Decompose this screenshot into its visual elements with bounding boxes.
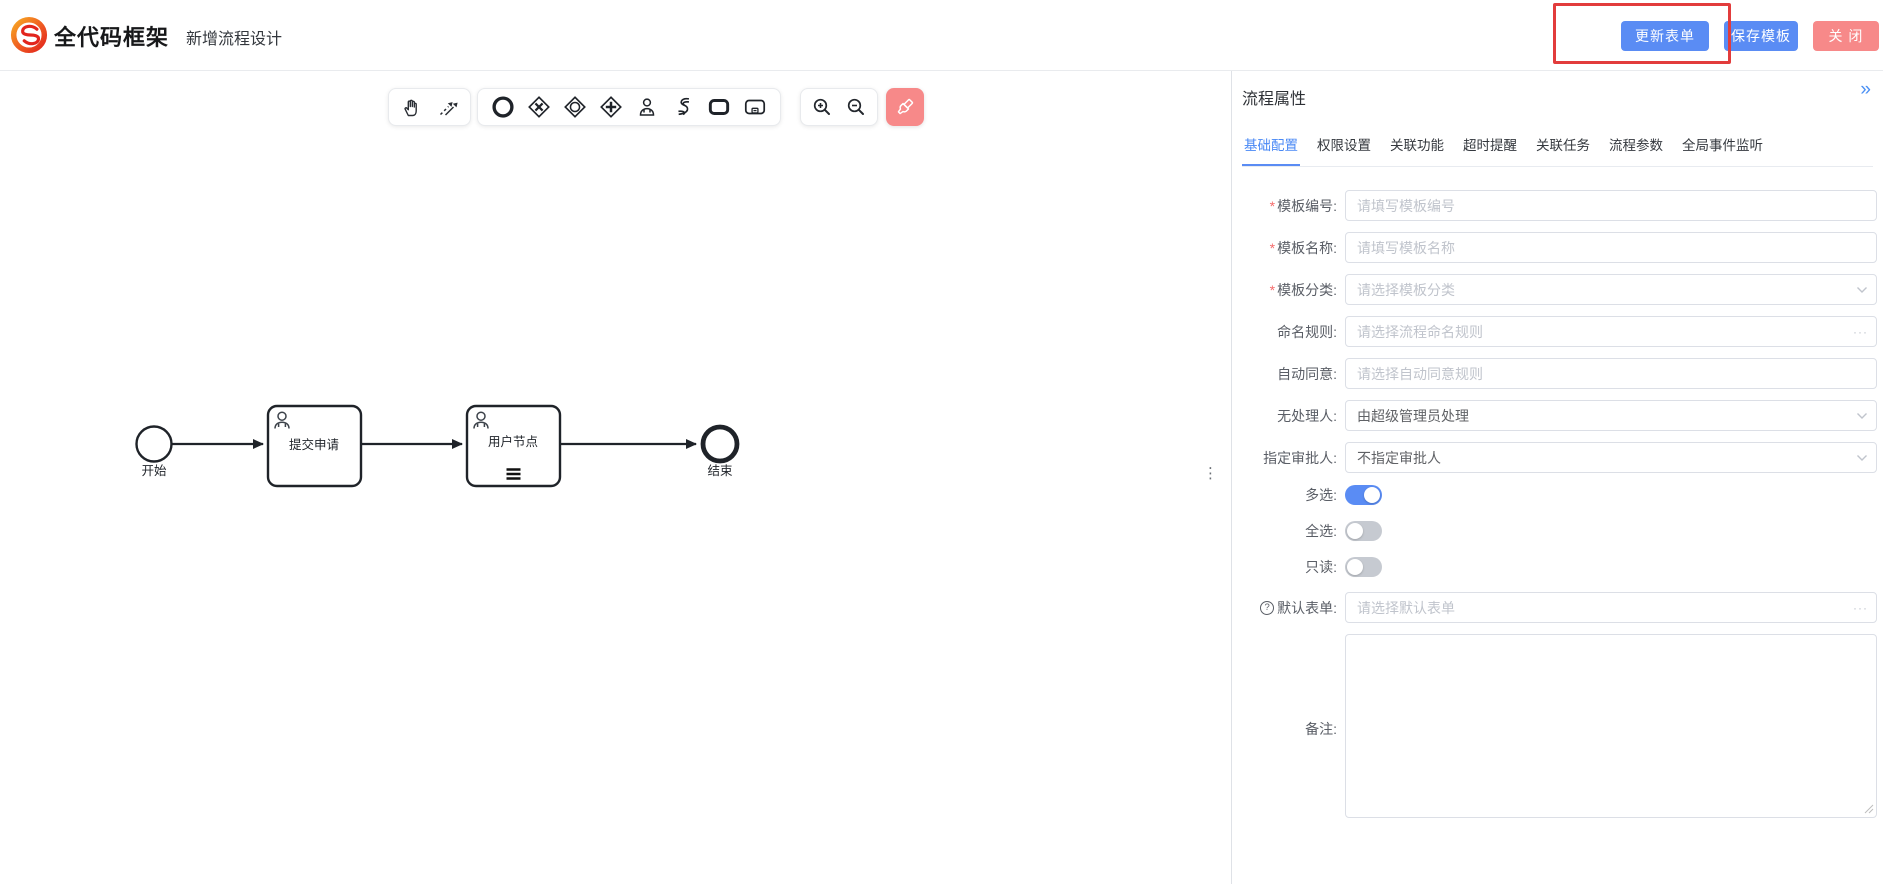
- panel-resize-handle[interactable]: ⋮: [1203, 471, 1213, 477]
- cursor-tools-group: [388, 88, 471, 126]
- process-diagram: 开始 提交申请: [0, 71, 1231, 884]
- tab-permission-settings[interactable]: 权限设置: [1315, 128, 1373, 166]
- properties-panel: 流程属性 » 基础配置 权限设置 关联功能 超时提醒 关联任务 流程参数 全局事…: [1232, 71, 1883, 884]
- multi-select-label: 多选:: [1232, 485, 1337, 505]
- palette-group: [477, 88, 781, 126]
- clear-brush-button[interactable]: [886, 88, 924, 126]
- hand-tool-icon[interactable]: [398, 94, 424, 120]
- default-form-label: ?默认表单:: [1232, 598, 1337, 618]
- no-handler-select[interactable]: [1345, 400, 1877, 431]
- panel-tabs: 基础配置 权限设置 关联功能 超时提醒 关联任务 流程参数 全局事件监听: [1242, 128, 1873, 167]
- tab-timeout-reminder[interactable]: 超时提醒: [1461, 128, 1519, 166]
- field-row-select-all: 全选:: [1232, 520, 1877, 542]
- template-name-input[interactable]: [1345, 232, 1877, 263]
- field-row-naming-rule: 命名规则: ···: [1232, 316, 1877, 347]
- remark-textarea[interactable]: [1345, 634, 1877, 818]
- tab-related-functions[interactable]: 关联功能: [1388, 128, 1446, 166]
- field-row-template-category: *模板分类:: [1232, 274, 1877, 305]
- multi-select-toggle[interactable]: [1345, 485, 1382, 505]
- auto-agree-input[interactable]: [1345, 358, 1877, 389]
- remark-label: 备注:: [1232, 719, 1337, 739]
- parallel-gateway-palette-icon[interactable]: [598, 94, 624, 120]
- user-task-palette-icon[interactable]: [634, 94, 660, 120]
- read-only-label: 只读:: [1232, 557, 1337, 577]
- update-form-button[interactable]: 更新表单: [1621, 21, 1709, 51]
- template-category-label: *模板分类:: [1232, 280, 1337, 300]
- field-row-read-only: 只读:: [1232, 556, 1877, 578]
- exclusive-gateway-palette-icon[interactable]: [526, 94, 552, 120]
- start-event-palette-icon[interactable]: [490, 94, 516, 120]
- user-task-node-submit[interactable]: 提交申请: [268, 406, 361, 486]
- template-name-label: *模板名称:: [1232, 238, 1337, 258]
- toggle-knob: [1347, 559, 1363, 575]
- naming-rule-input[interactable]: [1345, 316, 1877, 347]
- end-event-label: 结束: [707, 464, 733, 478]
- zoom-out-icon[interactable]: [843, 94, 869, 120]
- naming-rule-label: 命名规则:: [1232, 322, 1337, 342]
- panel-title: 流程属性: [1242, 85, 1306, 109]
- tab-global-event-listener[interactable]: 全局事件监听: [1680, 128, 1765, 166]
- help-icon: ?: [1260, 601, 1274, 615]
- bpmn-canvas[interactable]: 开始 提交申请: [0, 71, 1231, 884]
- field-row-multi-select: 多选:: [1232, 484, 1877, 506]
- tab-process-params[interactable]: 流程参数: [1607, 128, 1665, 166]
- template-category-select[interactable]: [1345, 274, 1877, 305]
- header-actions: 更新表单 保存模板 关 闭: [1621, 21, 1879, 51]
- task2-label: 用户节点: [488, 434, 538, 449]
- field-row-default-form: ?默认表单: ···: [1232, 592, 1877, 623]
- start-event-node[interactable]: [137, 427, 172, 462]
- field-row-no-handler: 无处理人:: [1232, 400, 1877, 431]
- field-row-remark: 备注:: [1232, 634, 1877, 823]
- select-all-label: 全选:: [1232, 521, 1337, 541]
- field-row-assigned-approver: 指定审批人:: [1232, 442, 1877, 473]
- global-connect-tool-icon[interactable]: [435, 94, 461, 120]
- field-row-auto-agree: 自动同意:: [1232, 358, 1877, 389]
- default-form-input[interactable]: [1345, 592, 1877, 623]
- inclusive-gateway-palette-icon[interactable]: [562, 94, 588, 120]
- save-template-button[interactable]: 保存模板: [1724, 21, 1798, 51]
- task-palette-icon[interactable]: [706, 94, 732, 120]
- auto-agree-label: 自动同意:: [1232, 364, 1337, 384]
- main-area: 开始 提交申请: [0, 71, 1883, 884]
- zoom-in-icon[interactable]: [809, 94, 835, 120]
- process-designer-page: 全代码框架 新增流程设计 更新表单 保存模板 关 闭: [0, 0, 1883, 884]
- user-task-node-user[interactable]: 用户节点: [467, 406, 560, 486]
- page-title: 新增流程设计: [186, 25, 282, 49]
- collapse-panel-icon[interactable]: »: [1860, 79, 1871, 101]
- basic-config-form: *模板编号: *模板名称: *模板分类: 命名规则:: [1232, 190, 1877, 834]
- template-code-input[interactable]: [1345, 190, 1877, 221]
- tab-related-tasks[interactable]: 关联任务: [1534, 128, 1592, 166]
- assigned-approver-select[interactable]: [1345, 442, 1877, 473]
- script-task-palette-icon[interactable]: [670, 94, 696, 120]
- select-all-toggle[interactable]: [1345, 521, 1382, 541]
- tab-basic-config[interactable]: 基础配置: [1242, 128, 1300, 166]
- field-row-template-name: *模板名称:: [1232, 232, 1877, 263]
- task1-label: 提交申请: [289, 437, 339, 452]
- toggle-knob: [1364, 487, 1380, 503]
- toggle-knob: [1347, 523, 1363, 539]
- app-header: 全代码框架 新增流程设计 更新表单 保存模板 关 闭: [0, 0, 1883, 71]
- field-row-template-code: *模板编号:: [1232, 190, 1877, 221]
- collapsed-subprocess-palette-icon[interactable]: [742, 94, 768, 120]
- no-handler-label: 无处理人:: [1232, 406, 1337, 426]
- app-logo-icon: [10, 16, 48, 54]
- end-event-node[interactable]: [703, 427, 737, 461]
- start-event-label: 开始: [141, 464, 167, 478]
- assigned-approver-label: 指定审批人:: [1232, 448, 1337, 468]
- brand-name: 全代码框架: [54, 20, 169, 52]
- close-button[interactable]: 关 闭: [1813, 21, 1879, 51]
- read-only-toggle[interactable]: [1345, 557, 1382, 577]
- zoom-tools-group: [800, 88, 878, 126]
- canvas-toolbar: [388, 88, 924, 126]
- template-code-label: *模板编号:: [1232, 196, 1337, 216]
